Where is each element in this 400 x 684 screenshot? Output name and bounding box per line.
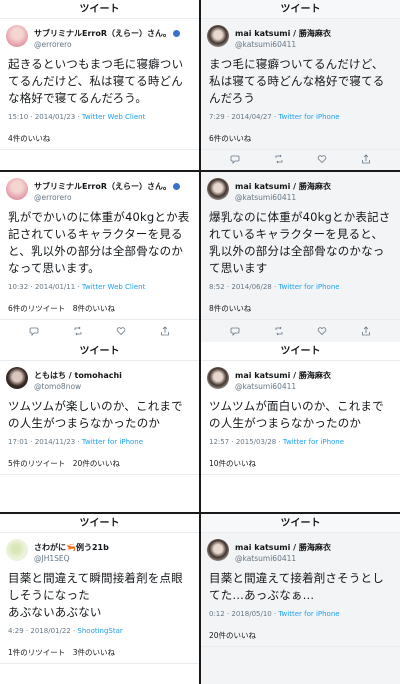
- display-name[interactable]: さわがに🦐例う21b: [34, 533, 199, 553]
- like-icon[interactable]: [317, 154, 327, 164]
- display-name[interactable]: mai katsumi / 勝海麻衣: [235, 533, 400, 553]
- retweet-icon[interactable]: [73, 326, 83, 336]
- tweet-panel-4: mai katsumi / 勝海麻衣 @katsumi60411 爆乳なのに体重…: [201, 172, 400, 342]
- comparison-grid: ツイート サブリミナルErroR（えらー）さん。 @errorero 起きるとい…: [0, 0, 400, 684]
- screen-header: ツイート: [201, 514, 400, 533]
- like-icon[interactable]: [116, 326, 126, 336]
- source-link[interactable]: ShootingStar: [77, 627, 122, 635]
- display-name[interactable]: サブリミナルErroR（えらー）さん。: [34, 19, 199, 39]
- screen-header: ツイート: [0, 342, 199, 361]
- tweet-stats[interactable]: 6件のいいね: [201, 127, 400, 150]
- action-bar: [201, 324, 400, 338]
- source-link[interactable]: Twitter for iPhone: [283, 438, 344, 446]
- tweet-text: ツムツムが面白いのか、これまでの人生がつまらなかったのか: [209, 399, 384, 430]
- tweet-text: 起きるといつもまつ毛に寝癖ついてるんだけど、私は寝てる時どんな格好で寝てるんだろ…: [8, 57, 184, 105]
- user-handle[interactable]: @katsumi60411: [235, 382, 400, 391]
- globe-icon: [173, 30, 181, 37]
- tweet-author[interactable]: サブリミナルErroR（えらー）さん。 @errorero: [0, 19, 199, 53]
- tweet-panel-6: ツイート mai katsumi / 勝海麻衣 @katsumi60411 ツム…: [201, 342, 400, 512]
- tweet-stats[interactable]: 4件のいいね: [0, 127, 199, 150]
- tweet-text: 目薬と間違えて接着剤さそうとしてた…あっぶなぁ…: [209, 571, 384, 602]
- tweet-text: 乳がでかいのに体重が40kgとか表記されているキャラクターを見ると、乳以外の部分…: [8, 210, 190, 275]
- tweet-stats[interactable]: 20件のいいね: [201, 624, 400, 647]
- tweet-stats[interactable]: 5件のリツイート 20件のいいね: [0, 452, 199, 475]
- reply-icon[interactable]: [29, 326, 39, 336]
- screen-header: ツイート: [201, 342, 400, 361]
- share-icon[interactable]: [361, 326, 371, 336]
- retweet-icon[interactable]: [274, 326, 284, 336]
- avatar[interactable]: [207, 178, 229, 200]
- tweet-meta: 12:57 · 2015/03/28 · Twitter for iPhone: [209, 438, 345, 446]
- tweet-stats[interactable]: 1件のリツイート 3件のいいね: [0, 641, 199, 664]
- screen-header: ツイート: [201, 0, 400, 19]
- tweet-meta: 10:32 · 2014/01/11 · Twitter Web Client: [8, 283, 146, 291]
- source-link[interactable]: Twitter for iPhone: [82, 438, 143, 446]
- user-handle[interactable]: @errorero: [34, 193, 199, 202]
- tweet-text: まつ毛に寝癖ついてるんだけど、私は寝てる時どんな格好で寝てるんだろう: [209, 57, 385, 105]
- source-link[interactable]: Twitter for iPhone: [278, 283, 339, 291]
- tweet-author[interactable]: mai katsumi / 勝海麻衣 @katsumi60411: [201, 19, 400, 53]
- retweet-icon[interactable]: [274, 154, 284, 164]
- avatar[interactable]: [6, 25, 28, 47]
- source-link[interactable]: Twitter for iPhone: [278, 610, 339, 618]
- tweet-panel-8: ツイート mai katsumi / 勝海麻衣 @katsumi60411 目薬…: [201, 514, 400, 684]
- avatar[interactable]: [6, 178, 28, 200]
- tweet-panel-3: サブリミナルErroR（えらー）さん。 @errorero 乳がでかいのに体重が…: [0, 172, 199, 342]
- tweet-meta: 0:12 · 2018/05/10 · Twitter for iPhone: [209, 610, 340, 618]
- tweet-meta: 15:10 · 2014/01/23 · Twitter Web Client: [8, 113, 146, 121]
- tweet-stats[interactable]: 6件のリツイート 8件のいいね: [0, 297, 199, 320]
- source-link[interactable]: Twitter Web Client: [82, 283, 145, 291]
- tweet-stats[interactable]: 10件のいいね: [201, 452, 400, 475]
- user-handle[interactable]: @JH1SEQ: [34, 554, 199, 563]
- display-name[interactable]: mai katsumi / 勝海麻衣: [235, 172, 400, 192]
- display-name[interactable]: ともはち / tomohachi: [34, 361, 199, 381]
- user-handle[interactable]: @katsumi60411: [235, 40, 400, 49]
- screen-header: ツイート: [0, 0, 199, 19]
- tweet-author[interactable]: mai katsumi / 勝海麻衣 @katsumi60411: [201, 361, 400, 395]
- source-link[interactable]: Twitter for iPhone: [278, 113, 339, 121]
- tweet-text: 爆乳なのに体重が40kgとか表記されているキャラクターを見ると、乳以外の部分は全…: [209, 210, 391, 275]
- user-handle[interactable]: @tomo8now: [34, 382, 199, 391]
- user-handle[interactable]: @errorero: [34, 40, 199, 49]
- tweet-text: 目薬と間違えて瞬間接着剤を点眼しそうになった あぶないあぶない: [8, 571, 183, 619]
- like-icon[interactable]: [317, 326, 327, 336]
- avatar[interactable]: [6, 367, 28, 389]
- tweet-author[interactable]: ともはち / tomohachi @tomo8now: [0, 361, 199, 395]
- screen-header: ツイート: [0, 514, 199, 533]
- tweet-author[interactable]: さわがに🦐例う21b @JH1SEQ: [0, 533, 199, 567]
- display-name[interactable]: mai katsumi / 勝海麻衣: [235, 19, 400, 39]
- tweet-stats[interactable]: 8件のいいね: [201, 297, 400, 320]
- share-icon[interactable]: [160, 326, 170, 336]
- avatar[interactable]: [207, 539, 229, 561]
- action-bar: [0, 324, 199, 338]
- tweet-panel-5: ツイート ともはち / tomohachi @tomo8now ツムツムが楽しい…: [0, 342, 199, 512]
- tweet-author[interactable]: mai katsumi / 勝海麻衣 @katsumi60411: [201, 533, 400, 567]
- display-name[interactable]: mai katsumi / 勝海麻衣: [235, 361, 400, 381]
- avatar[interactable]: [207, 367, 229, 389]
- tweet-author[interactable]: サブリミナルErroR（えらー）さん。 @errorero: [0, 172, 199, 206]
- tweet-meta: 8:52 · 2014/06/28 · Twitter for iPhone: [209, 283, 340, 291]
- avatar[interactable]: [6, 539, 28, 561]
- avatar[interactable]: [207, 25, 229, 47]
- tweet-meta: 4:29 · 2018/01/22 · ShootingStar: [8, 627, 123, 635]
- display-name[interactable]: サブリミナルErroR（えらー）さん。: [34, 172, 199, 192]
- tweet-panel-2: ツイート mai katsumi / 勝海麻衣 @katsumi60411 まつ…: [201, 0, 400, 170]
- tweet-text: ツムツムが楽しいのか、これまでの人生がつまらなかったのか: [8, 399, 183, 430]
- action-bar: [201, 152, 400, 166]
- tweet-author[interactable]: mai katsumi / 勝海麻衣 @katsumi60411: [201, 172, 400, 206]
- share-icon[interactable]: [361, 154, 371, 164]
- tweet-meta: 7:29 · 2014/04/27 · Twitter for iPhone: [209, 113, 340, 121]
- user-handle[interactable]: @katsumi60411: [235, 554, 400, 563]
- tweet-panel-7: ツイート さわがに🦐例う21b @JH1SEQ 目薬と間違えて瞬間接着剤を点眼し…: [0, 514, 199, 684]
- reply-icon[interactable]: [230, 326, 240, 336]
- source-link[interactable]: Twitter Web Client: [82, 113, 145, 121]
- tweet-meta: 17:01 · 2014/11/23 · Twitter for iPhone: [8, 438, 144, 446]
- globe-icon: [173, 183, 181, 190]
- tweet-panel-1: ツイート サブリミナルErroR（えらー）さん。 @errorero 起きるとい…: [0, 0, 199, 170]
- user-handle[interactable]: @katsumi60411: [235, 193, 400, 202]
- reply-icon[interactable]: [230, 154, 240, 164]
